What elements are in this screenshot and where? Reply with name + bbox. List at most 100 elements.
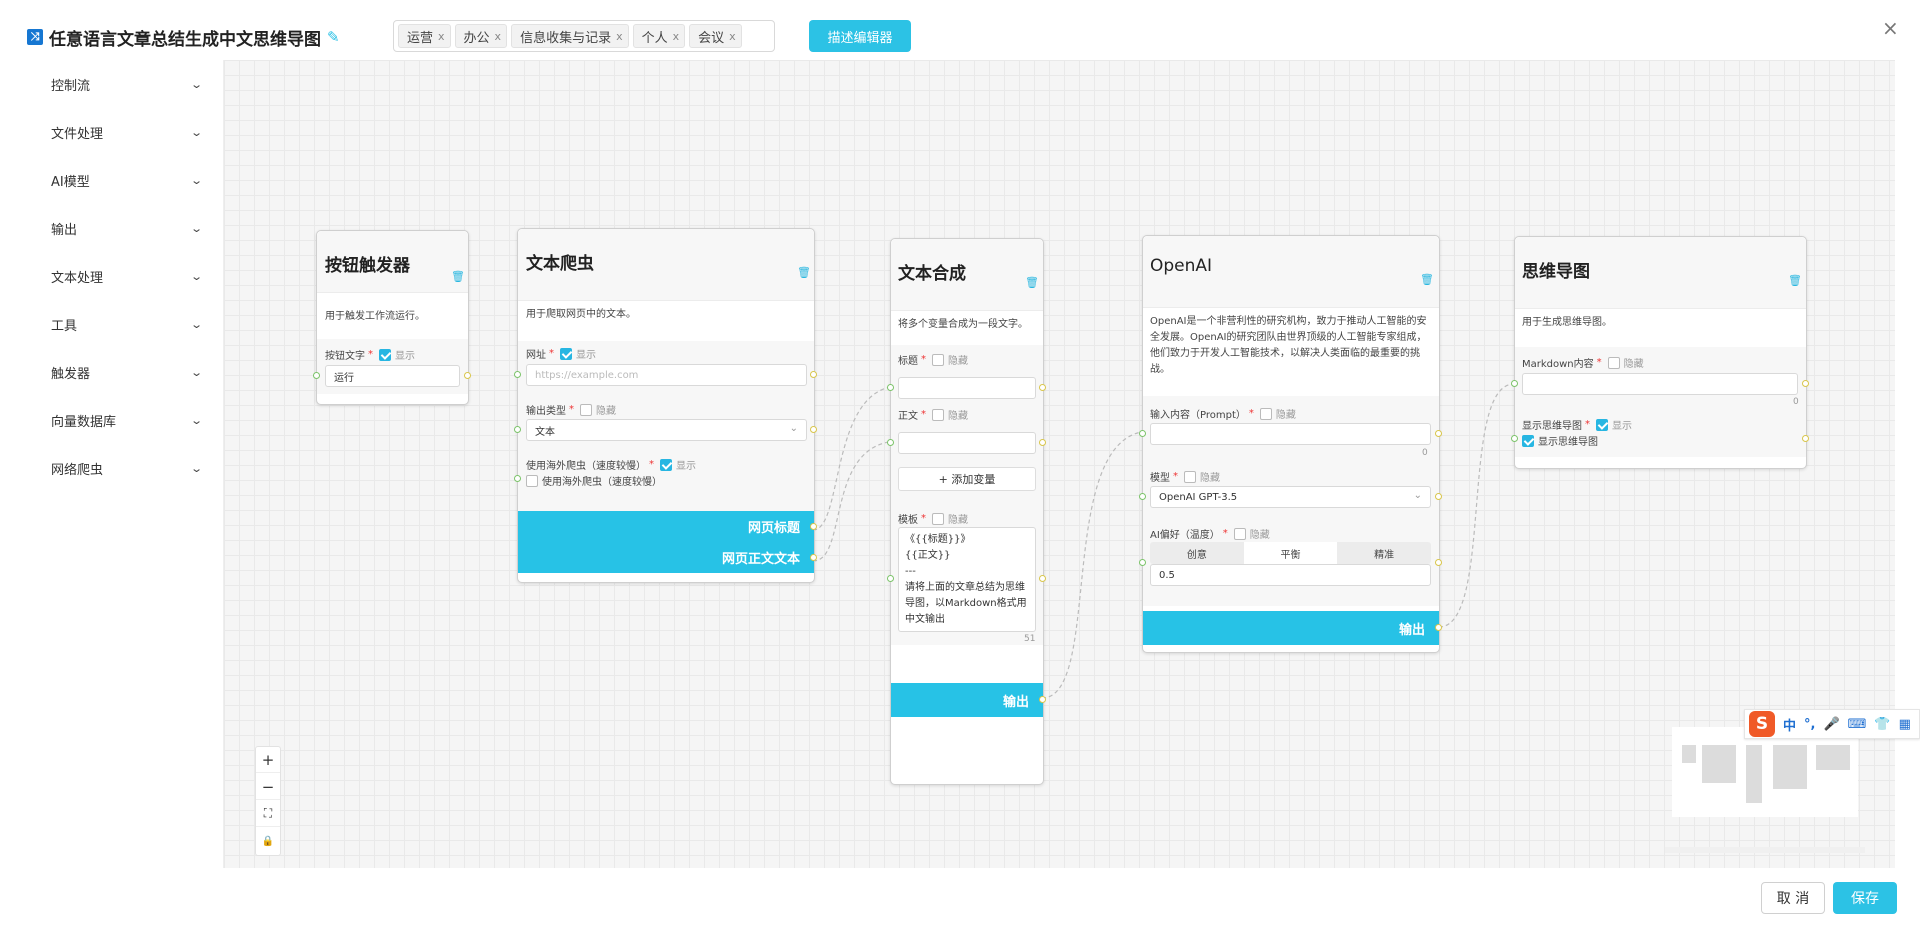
input-port[interactable] [1511, 380, 1518, 387]
edge-merge-to-openai[interactable] [1041, 430, 1152, 699]
hide-checkbox[interactable] [932, 353, 944, 366]
hide-checkbox[interactable] [932, 512, 944, 525]
sidebar-item-web-crawler[interactable]: 网络爬虫 ⌄ [51, 457, 203, 479]
sidebar-item-control-flow[interactable]: 控制流 ⌄ [51, 73, 203, 95]
tag-remove-icon[interactable]: x [495, 30, 502, 43]
save-button[interactable]: 保存 [1833, 882, 1897, 914]
temp-option-creative[interactable]: 创意 [1150, 542, 1244, 564]
keyboard-icon[interactable]: ⌨ [1848, 717, 1867, 732]
ime-toolbar[interactable]: S 中 °, 🎤 ⌨ 👕 ▦ [1744, 709, 1920, 739]
tag-remove-icon[interactable]: x [616, 30, 623, 43]
temperature-input[interactable]: 0.5 [1150, 564, 1431, 586]
lock-button[interactable]: 🔒 [256, 828, 280, 854]
tag-selector[interactable]: 运营 x 办公 x 信息收集与记录 x 个人 x 会议 x [393, 20, 775, 52]
output-port[interactable] [1039, 575, 1046, 582]
delete-node-icon[interactable]: 🗑 [451, 270, 465, 283]
skin-icon[interactable]: 👕 [1874, 717, 1890, 732]
button-text-input[interactable]: 运行 [325, 365, 460, 387]
temp-option-balanced[interactable]: 平衡 [1243, 542, 1338, 564]
temp-option-precise[interactable]: 精准 [1337, 542, 1431, 564]
input-port[interactable] [1511, 435, 1518, 442]
minimap[interactable] [1672, 727, 1858, 817]
edge-title[interactable] [812, 385, 901, 531]
sidebar-item-output[interactable]: 输出 ⌄ [51, 217, 203, 239]
hide-checkbox[interactable] [1259, 407, 1272, 420]
output-port[interactable] [1435, 493, 1442, 500]
show-map-checkbox-box[interactable] [1522, 434, 1534, 447]
text-crawler-node[interactable]: 文本爬虫 🗑 用于爬取网页中的文本。 网址 * 显示 https://example… [514, 228, 817, 583]
delete-node-icon[interactable]: 🗑 [797, 266, 811, 279]
mindmap-node[interactable]: 思维导图 🗑 用于生成思维导图。 Markdown内容 * 隐藏 0 显示思维导图 *… [1511, 236, 1809, 469]
template-textarea[interactable]: 《{{标题}}》 {{正文}} --- 请将上面的文章总结为思维导图，以Mark… [898, 527, 1036, 632]
model-select[interactable]: OpenAI GPT-3.5 ⌄ [1150, 486, 1431, 508]
hide-checkbox[interactable] [580, 403, 592, 416]
proxy-checkbox[interactable]: 使用海外爬虫（速度较慢） [526, 473, 662, 488]
proxy-checkbox-box[interactable] [526, 474, 538, 487]
sidebar-item-ai-model[interactable]: AI模型 ⌄ [51, 169, 203, 191]
input-port[interactable] [887, 575, 894, 582]
input-port[interactable] [1139, 493, 1146, 500]
trigger-node[interactable]: 按钮触发器 🗑 用于触发工作流运行。 按钮文字 * 显示 运行 [313, 230, 471, 405]
output-port[interactable] [1039, 439, 1046, 446]
tag-remove-icon[interactable]: x [673, 30, 680, 43]
input-port[interactable] [887, 384, 894, 391]
show-map-checkbox[interactable]: 显示思维导图 [1522, 433, 1598, 448]
microphone-icon[interactable]: 🎤 [1823, 717, 1839, 732]
output-port[interactable] [1435, 430, 1442, 437]
output-port[interactable] [1435, 559, 1442, 566]
cancel-button[interactable]: 取 消 [1761, 882, 1825, 914]
show-checkbox[interactable] [660, 458, 672, 471]
openai-node[interactable]: OpenAI 🗑 OpenAI是一个非营利性的研究机构，致力于推动人工智能的安全… [1139, 235, 1442, 653]
sidebar-item-tools[interactable]: 工具 ⌄ [51, 313, 203, 335]
delete-node-icon[interactable]: 🗑 [1025, 276, 1039, 289]
markdown-input[interactable] [1522, 373, 1798, 395]
minimap-scrollbar[interactable] [1665, 847, 1865, 853]
title-var-input[interactable] [898, 377, 1036, 399]
zoom-out-button[interactable]: − [256, 774, 280, 800]
show-checkbox[interactable] [379, 348, 391, 361]
input-port[interactable] [1139, 430, 1146, 437]
body-var-input[interactable] [898, 432, 1036, 454]
output-port[interactable] [810, 523, 817, 530]
show-checkbox[interactable] [1596, 418, 1608, 431]
input-port[interactable] [514, 426, 521, 433]
input-port[interactable] [887, 439, 894, 446]
delete-node-icon[interactable]: 🗑 [1788, 274, 1802, 287]
output-port[interactable] [464, 372, 471, 379]
tag-remove-icon[interactable]: x [438, 30, 445, 43]
punctuation-icon[interactable]: °, [1804, 717, 1815, 732]
hide-checkbox[interactable] [1233, 527, 1246, 540]
output-type-select[interactable]: 文本 ⌄ [526, 419, 807, 441]
edit-title-icon[interactable]: ✎ [327, 28, 340, 46]
output-port[interactable] [1039, 696, 1046, 703]
zoom-in-button[interactable]: + [256, 747, 280, 773]
output-port[interactable] [810, 554, 817, 561]
output-port[interactable] [1802, 435, 1809, 442]
grid-menu-icon[interactable]: ▦ [1899, 717, 1911, 732]
output-port[interactable] [1435, 624, 1442, 631]
close-icon[interactable]: × [1882, 16, 1899, 40]
sidebar-item-text-processing[interactable]: 文本处理 ⌄ [51, 265, 203, 287]
edge-openai-to-mindmap[interactable] [1438, 383, 1515, 628]
hide-checkbox[interactable] [1184, 470, 1196, 483]
delete-node-icon[interactable]: 🗑 [1420, 273, 1434, 286]
show-checkbox[interactable] [560, 347, 572, 360]
input-port[interactable] [514, 371, 521, 378]
output-port[interactable] [1802, 380, 1809, 387]
ime-language-toggle[interactable]: 中 [1783, 715, 1796, 734]
url-input[interactable]: https://example.com [526, 364, 807, 386]
input-port[interactable] [1139, 559, 1146, 566]
hide-checkbox[interactable] [932, 408, 944, 421]
hide-checkbox[interactable] [1607, 356, 1620, 369]
workflow-canvas[interactable]: 按钮触发器 🗑 用于触发工作流运行。 按钮文字 * 显示 运行 文本爬虫 🗑 用于爬… [223, 60, 1895, 868]
sidebar-item-triggers[interactable]: 触发器 ⌄ [51, 361, 203, 383]
sidebar-item-vector-db[interactable]: 向量数据库 ⌄ [51, 409, 203, 431]
tag-remove-icon[interactable]: x [729, 30, 736, 43]
describe-editor-button[interactable]: 描述编辑器 [809, 20, 911, 52]
sidebar-item-file-processing[interactable]: 文件处理 ⌄ [51, 121, 203, 143]
input-port[interactable] [313, 372, 320, 379]
output-port[interactable] [1039, 384, 1046, 391]
edge-body[interactable] [812, 440, 901, 562]
text-merge-node[interactable]: 文本合成 🗑 将多个变量合成为一段文字。 标题 * 隐藏 正文 * 隐藏 + 添加变量 … [887, 238, 1046, 785]
add-variable-button[interactable]: + 添加变量 [898, 467, 1036, 491]
